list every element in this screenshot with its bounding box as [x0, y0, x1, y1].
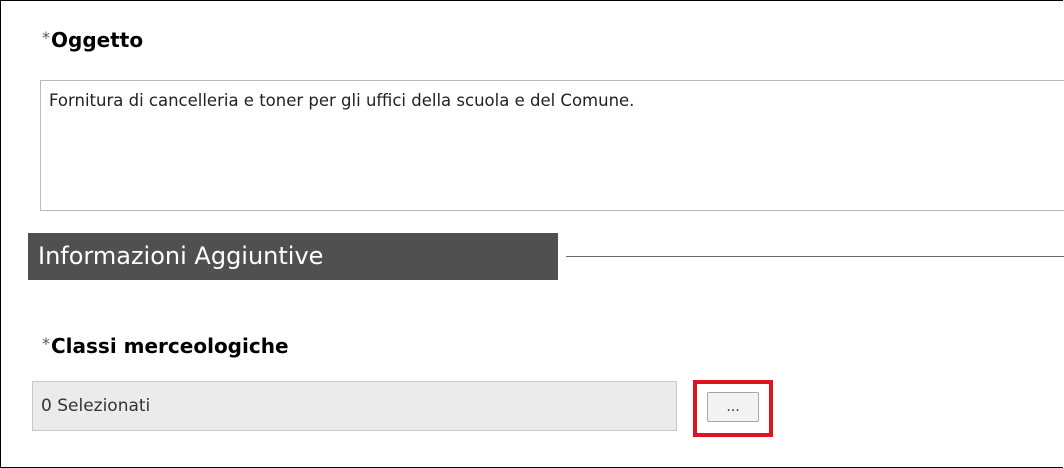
oggetto-label: *Oggetto [42, 28, 143, 52]
classi-merceologiche-field: 0 Selezionati [32, 381, 677, 431]
required-marker: * [42, 28, 50, 47]
oggetto-textarea[interactable]: Fornitura di cancelleria e toner per gli… [40, 80, 1064, 211]
classi-label-text: Classi merceologiche [51, 334, 289, 358]
required-marker: * [42, 334, 50, 353]
section-header-informazioni-aggiuntive: Informazioni Aggiuntive [28, 233, 558, 280]
section-divider [566, 256, 1064, 257]
oggetto-label-text: Oggetto [51, 28, 144, 52]
select-classi-button[interactable]: ... [707, 392, 759, 422]
classi-label: *Classi merceologiche [42, 334, 289, 358]
